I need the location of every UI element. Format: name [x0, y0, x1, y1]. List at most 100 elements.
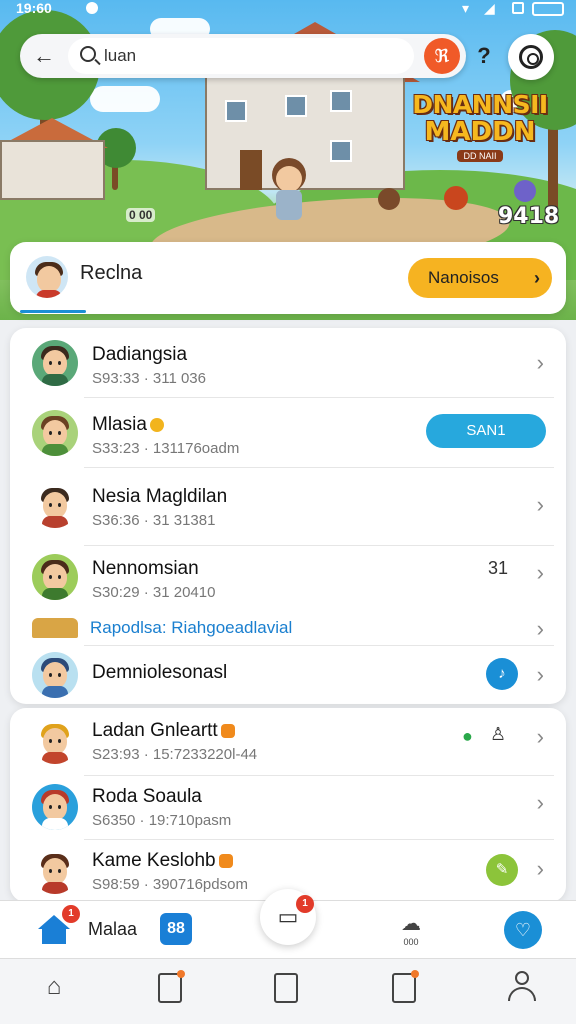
- item-title: Nesia Magldilan: [92, 486, 228, 507]
- signal-icon: ◢: [484, 0, 495, 16]
- nav-files[interactable]: [274, 973, 298, 1003]
- item-link[interactable]: Rapodlsa: Riahgoeadlavial: [90, 618, 292, 638]
- chevron-right-icon: ›: [536, 662, 544, 687]
- chevron-right-icon: ›: [536, 492, 544, 517]
- house-window: [330, 140, 352, 162]
- profile-card[interactable]: Reclna Nanoisos ›: [10, 242, 566, 314]
- chat-badge: 1: [296, 895, 314, 913]
- avatar-body: [36, 290, 62, 298]
- leaf-icon[interactable]: ✎: [486, 854, 518, 886]
- nav-profile[interactable]: [508, 971, 536, 1003]
- logo-line2: MADDN: [424, 117, 536, 147]
- chevron-right-icon: ›: [536, 616, 544, 641]
- search-field[interactable]: [68, 38, 414, 74]
- cloud: [90, 86, 160, 112]
- home-outline-icon: ⌂: [46, 973, 62, 1000]
- badge-icon: [220, 723, 235, 738]
- item-subtitle: S33:23 · 131176oadm: [92, 440, 240, 457]
- character-small: [378, 188, 400, 210]
- notification-dot-icon: [86, 2, 98, 14]
- gear-icon: [519, 45, 543, 69]
- sim-icon: [512, 2, 524, 14]
- character-face: [276, 166, 302, 192]
- nav-home[interactable]: ⌂: [36, 973, 72, 1007]
- search-input[interactable]: [104, 42, 354, 70]
- home-badge: 1: [62, 905, 80, 923]
- chevron-right-icon: ›: [534, 268, 540, 288]
- game-logo: DNANNSII MADDN DD NAII: [410, 92, 550, 164]
- logo-subtitle: DD NAII: [457, 150, 503, 162]
- item-subtitle: S98:59 · 390716pdsom: [92, 876, 248, 893]
- user-icon: [515, 971, 529, 985]
- list-item[interactable]: Nennomsian S30:29 · 31 20410 31 ›: [10, 546, 566, 612]
- status-time: 19:60: [16, 0, 52, 16]
- chevron-right-icon: ›: [536, 790, 544, 815]
- avatar: [32, 718, 78, 764]
- house-window: [330, 90, 352, 112]
- avatar-face: [37, 266, 61, 292]
- avatar: [32, 482, 78, 528]
- item-action-button[interactable]: SAN1: [426, 414, 546, 448]
- nav-documents[interactable]: [158, 970, 185, 1003]
- chat-icon: ▭: [277, 904, 299, 929]
- list-link-row[interactable]: Rapodlsa: Riahgoeadlavial ›: [10, 612, 566, 646]
- action-bar-label[interactable]: Malaa: [88, 919, 137, 940]
- contact-list-primary: Dadiangsia S93:33 · 311 036 › Mlasia S33…: [10, 328, 566, 704]
- contact-list-secondary: Ladan Gnleartt S23:93 · 15:7233220l-44 ●…: [10, 708, 566, 902]
- music-icon[interactable]: ♪: [486, 658, 518, 690]
- list-item[interactable]: Roda Soaula S6350 · 19:710pasm ›: [10, 776, 566, 840]
- item-count: 31: [488, 558, 509, 578]
- wifi-icon: ▾: [462, 0, 470, 16]
- list-item[interactable]: Nesia Magldilan S36:36 · 31 31381 ›: [10, 468, 566, 546]
- item-subtitle: S6350 · 19:710pasm: [92, 812, 232, 829]
- battery-icon: [532, 2, 564, 16]
- profile-action-button[interactable]: Nanoisos ›: [408, 258, 552, 298]
- house-window: [285, 95, 307, 117]
- avatar: [32, 652, 78, 698]
- active-indicator: [20, 310, 86, 313]
- item-title: Kame Keslohb: [92, 850, 233, 872]
- chevron-right-icon: ›: [536, 560, 544, 585]
- profile-name: Reclna: [80, 262, 143, 284]
- character-small: [514, 180, 536, 202]
- avatar[interactable]: [26, 256, 68, 298]
- grid-button[interactable]: 88: [160, 913, 192, 945]
- item-title: Mlasia: [92, 414, 164, 436]
- cloud-label: 000: [403, 937, 419, 947]
- notification-dot: [177, 970, 185, 978]
- question-icon: ?: [477, 43, 491, 68]
- avatar: [32, 554, 78, 600]
- back-arrow-icon: ←: [33, 43, 55, 68]
- chevron-right-icon: ›: [536, 350, 544, 375]
- list-item[interactable]: Demniolesonasl ♪ ›: [10, 646, 566, 704]
- item-subtitle: S30:29 · 31 20410: [92, 584, 216, 601]
- food-icon: [32, 618, 78, 638]
- help-button[interactable]: ?: [470, 42, 498, 70]
- list-item[interactable]: Ladan Gnleartt S23:93 · 15:7233220l-44 ●…: [10, 708, 566, 776]
- settings-button[interactable]: [508, 34, 554, 80]
- logo-line1: DNANNSII: [412, 90, 548, 119]
- character-body: [276, 190, 302, 220]
- list-item[interactable]: Mlasia S33:23 · 131176oadm SAN1: [10, 398, 566, 468]
- list-item[interactable]: Dadiangsia S93:33 · 311 036 ›: [10, 328, 566, 398]
- person-icon[interactable]: ♙: [490, 724, 506, 745]
- hero-mini-label: 0 00: [126, 208, 156, 222]
- avatar: [32, 848, 78, 894]
- voice-search-button[interactable]: ℜ: [424, 38, 460, 74]
- item-title-text: Ladan Gnleartt: [92, 720, 218, 741]
- hero-score: 9418: [498, 204, 560, 229]
- avatar: [32, 784, 78, 830]
- shield-button[interactable]: ♡: [504, 911, 542, 949]
- item-subtitle: S36:36 · 31 31381: [92, 512, 216, 529]
- item-title: Roda Soaula: [92, 786, 202, 807]
- location-icon[interactable]: ●: [462, 726, 473, 747]
- search-bar: ← ℜ: [20, 34, 466, 78]
- item-title-text: Mlasia: [92, 414, 147, 435]
- house-window: [225, 100, 247, 122]
- back-button[interactable]: ←: [28, 40, 60, 72]
- profile-action-label: Nanoisos: [428, 268, 499, 287]
- item-title: Demniolesonasl: [92, 662, 228, 683]
- item-subtitle: S93:33 · 311 036: [92, 370, 206, 387]
- nav-notes[interactable]: [392, 970, 419, 1003]
- search-icon: [80, 46, 96, 62]
